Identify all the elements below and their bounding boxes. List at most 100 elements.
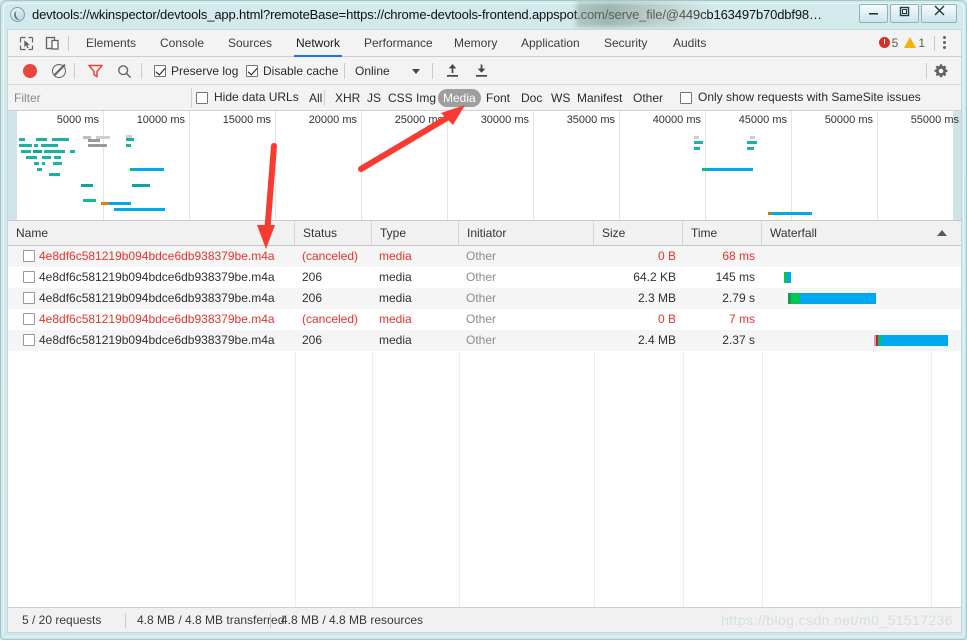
filter-funnel-icon[interactable] bbox=[88, 64, 103, 78]
filter-type-other[interactable]: Other bbox=[628, 89, 668, 107]
cell-initiator: Other bbox=[466, 291, 497, 305]
column-header-name[interactable]: Name bbox=[8, 221, 295, 245]
cell-status: 206 bbox=[302, 333, 323, 347]
cell-name[interactable]: 4e8df6c581219b094bdce6db938379be.m4a bbox=[39, 288, 289, 309]
row-checkbox[interactable] bbox=[23, 292, 35, 304]
import-har-icon[interactable] bbox=[445, 63, 460, 79]
toolbar-divider bbox=[934, 36, 935, 51]
column-header-type[interactable]: Type bbox=[372, 221, 459, 245]
preserve-log-checkbox[interactable] bbox=[154, 65, 166, 77]
tab-sources[interactable]: Sources bbox=[220, 30, 280, 57]
error-warning-counters[interactable]: 51 bbox=[878, 30, 925, 57]
column-header-time[interactable]: Time bbox=[683, 221, 762, 245]
record-button-icon[interactable] bbox=[23, 64, 37, 78]
cell-type: media bbox=[379, 312, 412, 326]
filter-type-xhr[interactable]: XHR bbox=[330, 89, 365, 107]
table-row[interactable]: 4e8df6c581219b094bdce6db938379be.m4a 206… bbox=[8, 330, 961, 351]
row-checkbox[interactable] bbox=[23, 250, 35, 262]
chevron-down-icon[interactable] bbox=[412, 69, 420, 74]
cell-name[interactable]: 4e8df6c581219b094bdce6db938379be.m4a bbox=[39, 330, 289, 351]
filter-type-font[interactable]: Font bbox=[481, 89, 515, 107]
maximize-button[interactable] bbox=[890, 4, 919, 23]
network-overview-timeline[interactable]: 5000 ms 10000 ms 15000 ms 20000 ms 25000… bbox=[8, 111, 961, 221]
overview-left-handle[interactable] bbox=[8, 111, 17, 220]
cell-time: 2.37 s bbox=[722, 333, 755, 347]
status-transferred: 4.8 MB / 4.8 MB transferred bbox=[137, 613, 285, 627]
throttling-select-value[interactable]: Online bbox=[355, 64, 390, 78]
overview-tick-label: 40000 ms bbox=[652, 114, 701, 126]
waterfall-bar bbox=[787, 272, 791, 283]
hide-data-urls-checkbox[interactable] bbox=[196, 92, 208, 104]
error-icon bbox=[878, 37, 890, 48]
table-row[interactable]: 4e8df6c581219b094bdce6db938379be.m4a (ca… bbox=[8, 309, 961, 330]
filter-type-manifest[interactable]: Manifest bbox=[572, 89, 627, 107]
tab-elements[interactable]: Elements bbox=[78, 30, 144, 57]
cell-initiator: Other bbox=[466, 333, 497, 347]
toolbar-divider bbox=[74, 63, 75, 79]
filter-input[interactable] bbox=[14, 88, 186, 108]
toolbar-divider bbox=[68, 36, 69, 51]
filter-type-media[interactable]: Media bbox=[438, 89, 481, 107]
overview-tick-label: 25000 ms bbox=[394, 114, 443, 126]
tab-application[interactable]: Application bbox=[513, 30, 588, 57]
tab-console[interactable]: Console bbox=[152, 30, 212, 57]
samesite-issues-checkbox[interactable] bbox=[680, 92, 692, 104]
cell-size: 0 B bbox=[657, 249, 676, 263]
disable-cache-checkbox[interactable] bbox=[246, 65, 258, 77]
filter-type-img[interactable]: Img bbox=[411, 89, 441, 107]
row-checkbox[interactable] bbox=[23, 334, 35, 346]
overview-tick-label: 30000 ms bbox=[480, 114, 529, 126]
table-row[interactable]: 4e8df6c581219b094bdce6db938379be.m4a 206… bbox=[8, 267, 961, 288]
tab-memory[interactable]: Memory bbox=[446, 30, 505, 57]
cell-status: (canceled) bbox=[302, 312, 359, 326]
cell-initiator: Other bbox=[466, 312, 497, 326]
tab-network[interactable]: Network bbox=[288, 30, 348, 57]
row-checkbox[interactable] bbox=[23, 313, 35, 325]
cell-size: 64.2 KB bbox=[633, 270, 676, 284]
column-header-size[interactable]: Size bbox=[594, 221, 683, 245]
cell-name[interactable]: 4e8df6c581219b094bdce6db938379be.m4a bbox=[39, 309, 289, 330]
table-header-row: Name Status Type Initiator Size Time Wat… bbox=[8, 221, 961, 246]
network-status-bar: 5 / 20 requests 4.8 MB / 4.8 MB transfer… bbox=[8, 607, 961, 632]
network-toolbar: Preserve log Disable cache Online bbox=[8, 57, 961, 85]
disable-cache-label: Disable cache bbox=[263, 64, 339, 78]
search-icon[interactable] bbox=[117, 64, 132, 79]
table-row[interactable]: 4e8df6c581219b094bdce6db938379be.m4a (ca… bbox=[8, 246, 961, 267]
minimize-button[interactable] bbox=[859, 4, 888, 23]
browser-window: devtools://wkinspector/devtools_app.html… bbox=[0, 0, 967, 640]
gear-icon[interactable] bbox=[933, 63, 949, 79]
cell-status: 206 bbox=[302, 270, 323, 284]
column-header-status[interactable]: Status bbox=[295, 221, 372, 245]
filter-type-ws[interactable]: WS bbox=[546, 89, 575, 107]
column-header-waterfall[interactable]: Waterfall bbox=[762, 221, 961, 245]
samesite-issues-label: Only show requests with SameSite issues bbox=[698, 90, 921, 104]
column-header-initiator[interactable]: Initiator bbox=[459, 221, 594, 245]
cell-name[interactable]: 4e8df6c581219b094bdce6db938379be.m4a bbox=[39, 267, 289, 288]
waterfall-bar bbox=[800, 293, 876, 304]
inspect-element-icon[interactable] bbox=[18, 35, 35, 52]
overview-tick-label: 50000 ms bbox=[824, 114, 873, 126]
filter-type-doc[interactable]: Doc bbox=[516, 89, 547, 107]
table-row[interactable]: 4e8df6c581219b094bdce6db938379be.m4a 206… bbox=[8, 288, 961, 309]
device-toolbar-icon[interactable] bbox=[44, 35, 61, 52]
network-filter-bar: Hide data URLs All XHR JS CSS Img Media … bbox=[8, 85, 961, 111]
status-resources: 4.8 MB / 4.8 MB resources bbox=[281, 613, 424, 627]
overview-right-handle[interactable] bbox=[953, 111, 961, 220]
overview-tick-label: 20000 ms bbox=[308, 114, 357, 126]
tab-performance[interactable]: Performance bbox=[356, 30, 441, 57]
row-checkbox[interactable] bbox=[23, 271, 35, 283]
export-har-icon[interactable] bbox=[474, 63, 489, 79]
warning-count: 1 bbox=[918, 36, 925, 50]
kebab-menu-icon[interactable] bbox=[937, 36, 951, 51]
overview-tick-label: 10000 ms bbox=[136, 114, 185, 126]
cell-time: 2.79 s bbox=[722, 291, 755, 305]
devtools-panel: Elements Console Sources Network Perform… bbox=[7, 29, 962, 633]
close-button[interactable] bbox=[921, 4, 957, 23]
cell-size: 2.4 MB bbox=[637, 333, 676, 347]
cell-name[interactable]: 4e8df6c581219b094bdce6db938379be.m4a bbox=[39, 246, 289, 267]
sort-ascending-icon[interactable] bbox=[937, 230, 947, 236]
clear-button-icon[interactable] bbox=[52, 64, 66, 78]
tab-security[interactable]: Security bbox=[596, 30, 655, 57]
tab-audits[interactable]: Audits bbox=[665, 30, 714, 57]
overview-tick-label: 55000 ms bbox=[910, 114, 959, 126]
